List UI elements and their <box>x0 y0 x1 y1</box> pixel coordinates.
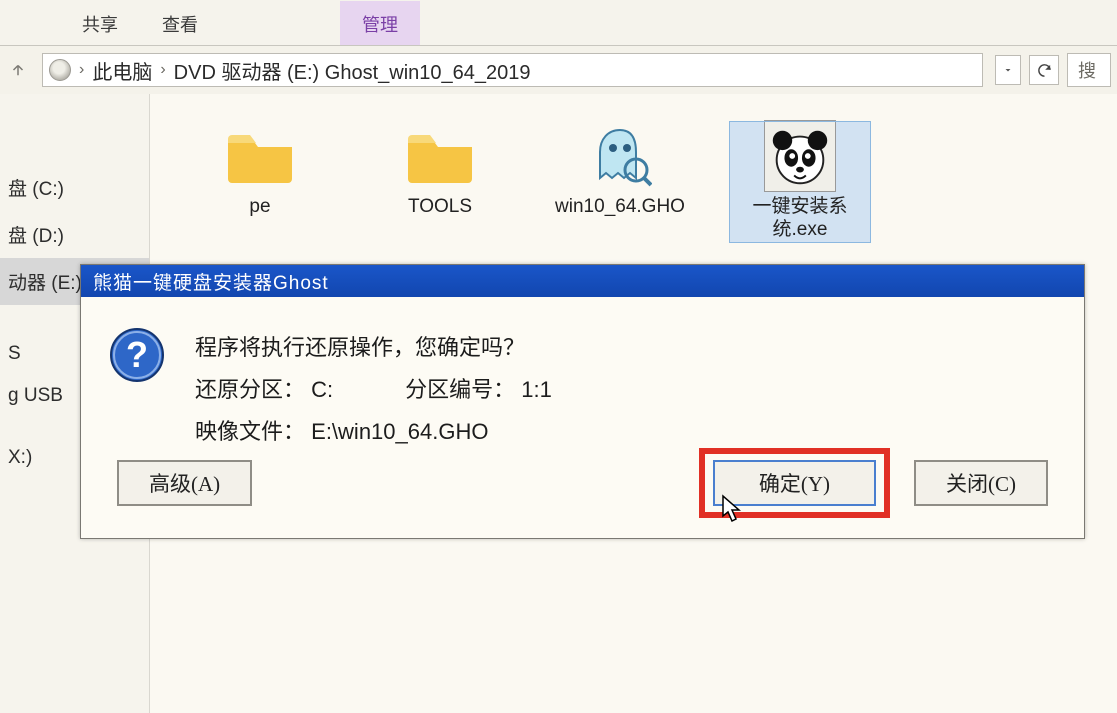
address-dropdown-icon[interactable] <box>995 55 1021 85</box>
dialog-line-confirm: 程序将执行还原操作，您确定吗？ <box>195 327 552 369</box>
confirm-dialog: 熊猫一键硬盘安装器Ghost ? 程序将执行还原操作，您确定吗？ 还原分区： C… <box>80 264 1085 539</box>
file-label: pe <box>190 196 330 219</box>
file-label: TOOLS <box>370 196 510 219</box>
sidebar-item-drive-c[interactable]: 盘 (C:) <box>0 164 149 211</box>
folder-icon <box>404 127 476 185</box>
close-button[interactable]: 关闭(C) <box>914 460 1048 506</box>
tab-share[interactable]: 共享 <box>60 1 140 45</box>
chevron-right-icon: › <box>160 61 165 79</box>
breadcrumb-bar: › 此电脑 › DVD 驱动器 (E:) Ghost_win10_64_2019… <box>0 46 1117 94</box>
disk-icon <box>49 59 71 81</box>
partition-number-value: 1:1 <box>521 377 552 402</box>
folder-tools[interactable]: TOOLS <box>370 122 510 219</box>
image-file-label: 映像文件： <box>195 419 305 444</box>
panda-icon <box>764 120 836 192</box>
ribbon-tabs: 共享 查看 管理 <box>0 0 1117 46</box>
partition-number-label: 分区编号： <box>405 377 515 402</box>
question-icon: ? <box>109 327 165 383</box>
folder-pe[interactable]: pe <box>190 122 330 219</box>
ok-highlight-box: 确定(Y) <box>699 448 890 518</box>
dialog-title: 熊猫一键硬盘安装器Ghost <box>81 265 1084 297</box>
address-bar[interactable]: › 此电脑 › DVD 驱动器 (E:) Ghost_win10_64_2019 <box>42 53 983 87</box>
dialog-button-row: 高级(A) 确定(Y) 关闭(C) <box>81 448 1084 518</box>
image-file-value: E:\win10_64.GHO <box>311 419 488 444</box>
file-label: win10_64.GHO <box>550 196 690 219</box>
search-box[interactable]: 搜 <box>1067 53 1111 87</box>
ghost-icon <box>588 124 652 188</box>
dialog-message: 程序将执行还原操作，您确定吗？ 还原分区： C: 分区编号： 1:1 映像文件：… <box>195 327 552 452</box>
restore-partition-label: 还原分区： <box>195 377 305 402</box>
chevron-right-icon: › <box>79 61 84 79</box>
file-gho[interactable]: win10_64.GHO <box>550 122 690 219</box>
file-label: 一键安装系统.exe <box>730 196 870 242</box>
breadcrumb-drive[interactable]: DVD 驱动器 (E:) Ghost_win10_64_2019 <box>174 56 531 85</box>
file-installer-exe[interactable]: 一键安装系统.exe <box>730 122 870 242</box>
breadcrumb-pc[interactable]: 此电脑 <box>92 56 152 85</box>
tab-view[interactable]: 查看 <box>140 1 220 45</box>
tab-manage[interactable]: 管理 <box>340 1 420 45</box>
advanced-button[interactable]: 高级(A) <box>117 460 252 506</box>
folder-icon <box>224 127 296 185</box>
nav-up-icon[interactable] <box>6 58 30 82</box>
ok-button[interactable]: 确定(Y) <box>713 460 876 506</box>
svg-text:?: ? <box>126 334 148 375</box>
sidebar-item-drive-d[interactable]: 盘 (D:) <box>0 211 149 258</box>
restore-partition-value: C: <box>311 377 333 402</box>
refresh-icon[interactable] <box>1029 55 1059 85</box>
